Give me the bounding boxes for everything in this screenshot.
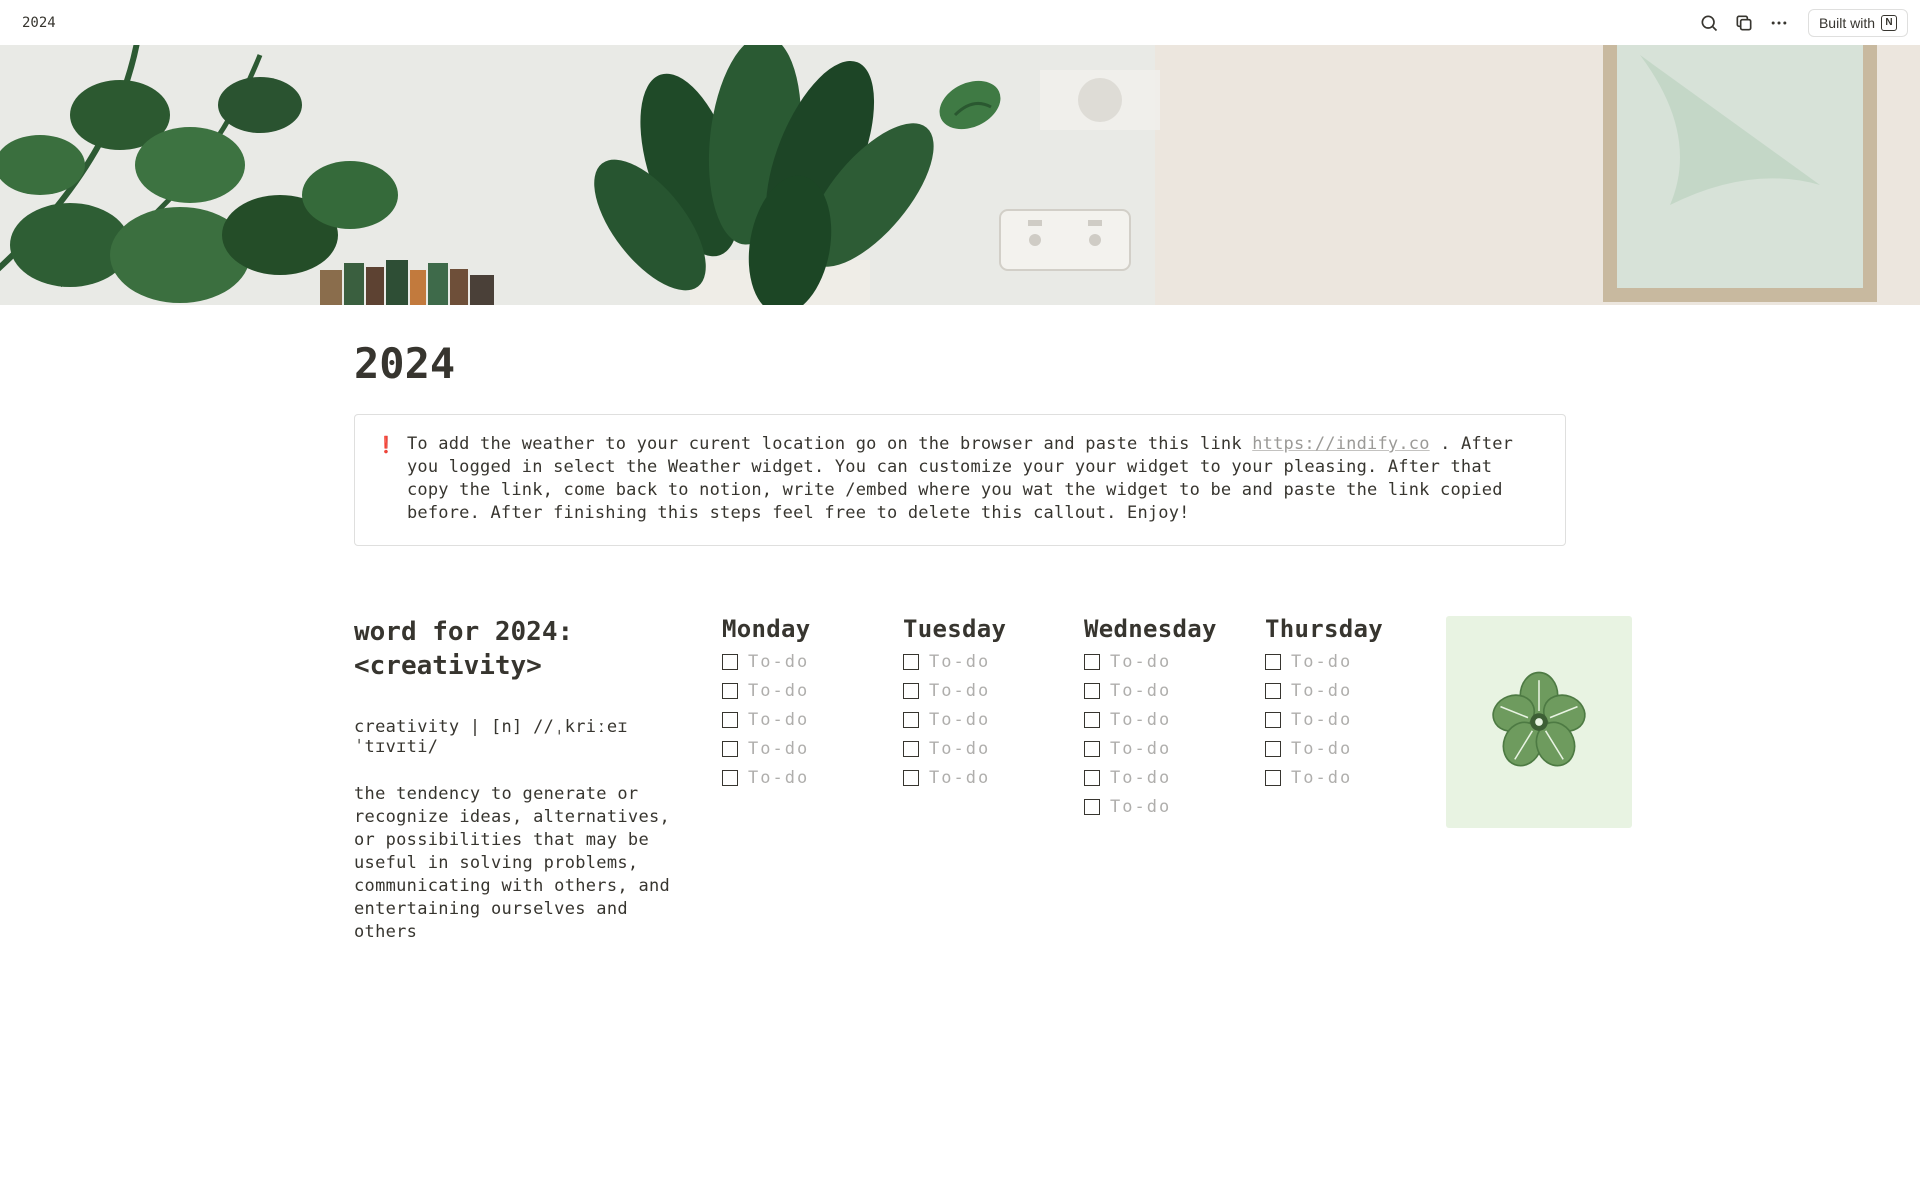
todo-item[interactable]: To-do — [722, 768, 877, 788]
day-column-tuesday: Tuesday To-do To-do To-do To-do To-do — [903, 616, 1058, 798]
todo-item[interactable]: To-do — [1265, 768, 1420, 788]
day-heading: Tuesday — [903, 616, 1058, 644]
todo-item[interactable]: To-do — [1265, 739, 1420, 759]
todo-label: To-do — [929, 681, 990, 701]
todo-item[interactable]: To-do — [903, 768, 1058, 788]
todo-item[interactable]: To-do — [722, 652, 877, 672]
checkbox-icon[interactable] — [903, 770, 919, 786]
todo-item[interactable]: To-do — [903, 652, 1058, 672]
checkbox-icon[interactable] — [1265, 741, 1281, 757]
todo-label: To-do — [1291, 739, 1352, 759]
todo-item[interactable]: To-do — [1084, 768, 1239, 788]
callout-link[interactable]: https://indify.co — [1252, 434, 1429, 454]
todo-item[interactable]: To-do — [1084, 710, 1239, 730]
main-grid: word for 2024: <creativity> creativity |… — [354, 616, 1566, 944]
search-icon[interactable] — [1693, 6, 1726, 39]
word-heading: word for 2024: <creativity> — [354, 616, 696, 684]
todo-item[interactable]: To-do — [722, 739, 877, 759]
built-with-button[interactable]: Built with N — [1808, 9, 1908, 37]
exclamation-icon: ❗ — [377, 433, 395, 525]
cover-image — [0, 45, 1920, 305]
word-heading-line1: word for 2024: — [354, 617, 573, 647]
checkbox-icon[interactable] — [903, 712, 919, 728]
checkbox-icon[interactable] — [1265, 683, 1281, 699]
todo-item[interactable]: To-do — [1265, 710, 1420, 730]
checkbox-icon[interactable] — [1084, 741, 1100, 757]
topbar-actions: Built with N — [1693, 6, 1908, 39]
checkbox-icon[interactable] — [722, 770, 738, 786]
todo-item[interactable]: To-do — [722, 681, 877, 701]
flower-image-block — [1446, 616, 1632, 828]
todo-item[interactable]: To-do — [1265, 681, 1420, 701]
todo-item[interactable]: To-do — [1084, 797, 1239, 817]
breadcrumb[interactable]: 2024 — [16, 11, 62, 35]
checkbox-icon[interactable] — [1265, 712, 1281, 728]
checkbox-icon[interactable] — [903, 654, 919, 670]
checkbox-icon[interactable] — [722, 712, 738, 728]
callout-weather-tip: ❗ To add the weather to your curent loca… — [354, 414, 1566, 546]
word-definition: the tendency to generate or recognize id… — [354, 783, 696, 944]
todo-label: To-do — [929, 710, 990, 730]
todo-label: To-do — [1110, 739, 1171, 759]
notion-logo-icon: N — [1881, 15, 1897, 31]
checkbox-icon[interactable] — [903, 683, 919, 699]
duplicate-icon[interactable] — [1728, 6, 1761, 39]
todo-label: To-do — [748, 768, 809, 788]
todo-label: To-do — [1291, 652, 1352, 672]
todo-label: To-do — [1291, 681, 1352, 701]
todo-item[interactable]: To-do — [1265, 652, 1420, 672]
todo-label: To-do — [1110, 768, 1171, 788]
day-column-monday: Monday To-do To-do To-do To-do To-do — [722, 616, 877, 798]
built-with-label: Built with — [1819, 15, 1875, 31]
todo-label: To-do — [1110, 797, 1171, 817]
todo-label: To-do — [929, 739, 990, 759]
todo-item[interactable]: To-do — [903, 710, 1058, 730]
checkbox-icon[interactable] — [722, 683, 738, 699]
checkbox-icon[interactable] — [1084, 654, 1100, 670]
checkbox-icon[interactable] — [722, 654, 738, 670]
todo-item[interactable]: To-do — [1084, 652, 1239, 672]
todo-label: To-do — [1110, 710, 1171, 730]
todo-item[interactable]: To-do — [903, 739, 1058, 759]
todo-item[interactable]: To-do — [903, 681, 1058, 701]
word-of-year-block: word for 2024: <creativity> creativity |… — [354, 616, 696, 944]
page-title: 2024 — [354, 339, 1566, 388]
todo-item[interactable]: To-do — [1084, 739, 1239, 759]
checkbox-icon[interactable] — [1084, 799, 1100, 815]
flower-image — [1446, 616, 1632, 828]
callout-text-before: To add the weather to your curent locati… — [407, 434, 1252, 454]
checkbox-icon[interactable] — [903, 741, 919, 757]
todo-item[interactable]: To-do — [722, 710, 877, 730]
todo-label: To-do — [1291, 768, 1352, 788]
checkbox-icon[interactable] — [1084, 770, 1100, 786]
page-content: 2024 ❗ To add the weather to your curent… — [354, 339, 1566, 944]
todo-label: To-do — [1110, 681, 1171, 701]
todo-label: To-do — [748, 681, 809, 701]
checkbox-icon[interactable] — [1084, 712, 1100, 728]
todo-label: To-do — [929, 768, 990, 788]
checkbox-icon[interactable] — [1265, 654, 1281, 670]
more-icon[interactable] — [1763, 6, 1796, 39]
word-heading-line2: <creativity> — [354, 651, 542, 681]
word-pronunciation: creativity | [n] //ˌkriːeɪˈtɪvɪti/ — [354, 717, 696, 757]
day-heading: Thursday — [1265, 616, 1420, 644]
checkbox-icon[interactable] — [1265, 770, 1281, 786]
todo-label: To-do — [748, 652, 809, 672]
checkbox-icon[interactable] — [722, 741, 738, 757]
day-column-thursday: Thursday To-do To-do To-do To-do To-do — [1265, 616, 1420, 798]
todo-label: To-do — [748, 739, 809, 759]
checkbox-icon[interactable] — [1084, 683, 1100, 699]
day-column-wednesday: Wednesday To-do To-do To-do To-do To-do … — [1084, 616, 1239, 827]
todo-item[interactable]: To-do — [1084, 681, 1239, 701]
day-heading: Monday — [722, 616, 877, 644]
callout-text: To add the weather to your curent locati… — [407, 433, 1543, 525]
day-heading: Wednesday — [1084, 616, 1239, 644]
todo-label: To-do — [1110, 652, 1171, 672]
todo-label: To-do — [748, 710, 809, 730]
todo-label: To-do — [1291, 710, 1352, 730]
top-bar: 2024 Built with N — [0, 0, 1920, 45]
todo-label: To-do — [929, 652, 990, 672]
